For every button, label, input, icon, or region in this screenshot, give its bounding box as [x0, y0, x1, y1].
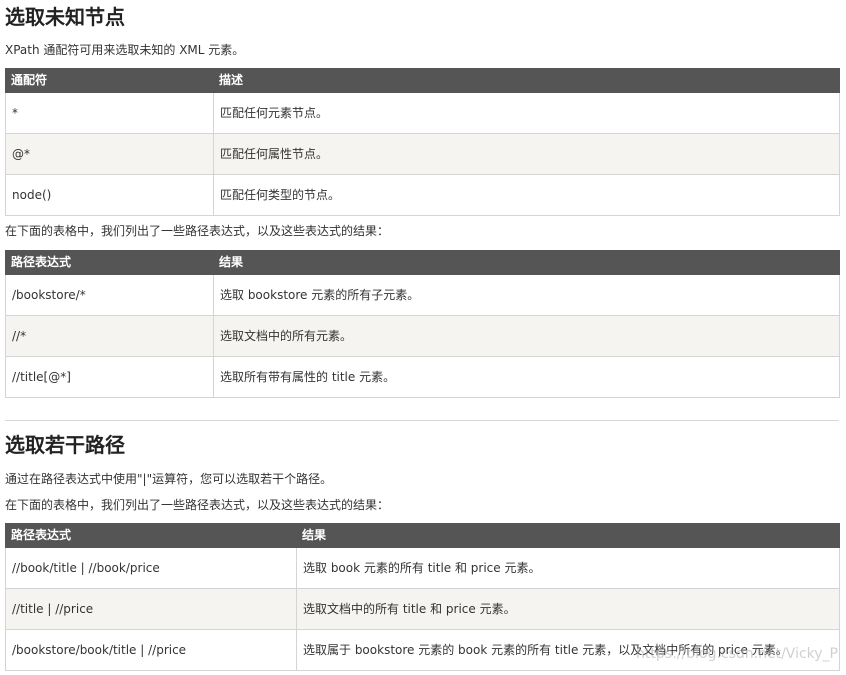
path-expression-table: 路径表达式 结果 /bookstore/* 选取 bookstore 元素的所有…: [5, 250, 840, 398]
table-row: //title | //price 选取文档中的所有 title 和 price…: [5, 588, 840, 630]
column-header: 通配符: [5, 68, 214, 93]
table-cell-expression: //book/title | //book/price: [5, 547, 297, 589]
table-intro: 在下面的表格中，我们列出了一些路径表达式，以及这些表达式的结果：: [5, 224, 390, 238]
table-cell-description: 选取文档中的所有元素。: [213, 315, 840, 357]
table-row: * 匹配任何元素节点。: [5, 92, 840, 134]
column-header: 结果: [213, 250, 840, 275]
section-intro: 通过在路径表达式中使用"|"运算符，您可以选取若干个路径。: [5, 472, 333, 486]
table-cell-description: 匹配任何属性节点。: [213, 133, 840, 175]
column-header: 描述: [213, 68, 840, 93]
table-cell-description: 选取 bookstore 元素的所有子元素。: [213, 274, 840, 316]
section-title-multiple-paths: 选取若干路径: [5, 433, 125, 457]
table-cell-expression: *: [5, 92, 214, 134]
table-cell-expression: /bookstore/book/title | //price: [5, 629, 297, 671]
table-row: @* 匹配任何属性节点。: [5, 133, 840, 175]
table-cell-expression: @*: [5, 133, 214, 175]
table-cell-description: 选取 book 元素的所有 title 和 price 元素。: [296, 547, 840, 589]
column-header: 路径表达式: [5, 523, 297, 548]
column-header: 路径表达式: [5, 250, 214, 275]
table-row: //book/title | //book/price 选取 book 元素的所…: [5, 547, 840, 589]
section-intro: XPath 通配符可用来选取未知的 XML 元素。: [5, 43, 245, 57]
table-cell-description: 匹配任何类型的节点。: [213, 174, 840, 216]
wildcard-table: 通配符 描述 * 匹配任何元素节点。 @* 匹配任何属性节点。 node() 匹…: [5, 68, 840, 216]
table-row: //* 选取文档中的所有元素。: [5, 315, 840, 357]
table-intro: 在下面的表格中，我们列出了一些路径表达式，以及这些表达式的结果：: [5, 498, 390, 512]
column-header: 结果: [296, 523, 840, 548]
table-row: //title[@*] 选取所有带有属性的 title 元素。: [5, 356, 840, 398]
table-cell-expression: /bookstore/*: [5, 274, 214, 316]
table-cell-description: 匹配任何元素节点。: [213, 92, 840, 134]
watermark-text: https://blog.csdn.net/Vicky_P: [636, 646, 838, 662]
table-cell-expression: //title | //price: [5, 588, 297, 630]
table-cell-expression: node(): [5, 174, 214, 216]
table-row: node() 匹配任何类型的节点。: [5, 174, 840, 216]
table-cell-description: 选取所有带有属性的 title 元素。: [213, 356, 840, 398]
table-row: /bookstore/* 选取 bookstore 元素的所有子元素。: [5, 274, 840, 316]
table-cell-description: 选取文档中的所有 title 和 price 元素。: [296, 588, 840, 630]
section-divider: [5, 420, 839, 421]
table-header-row: 路径表达式 结果: [5, 523, 840, 548]
section-title-unknown-nodes: 选取未知节点: [5, 5, 125, 29]
table-header-row: 通配符 描述: [5, 68, 840, 93]
table-header-row: 路径表达式 结果: [5, 250, 840, 275]
table-cell-expression: //title[@*]: [5, 356, 214, 398]
table-cell-expression: //*: [5, 315, 214, 357]
